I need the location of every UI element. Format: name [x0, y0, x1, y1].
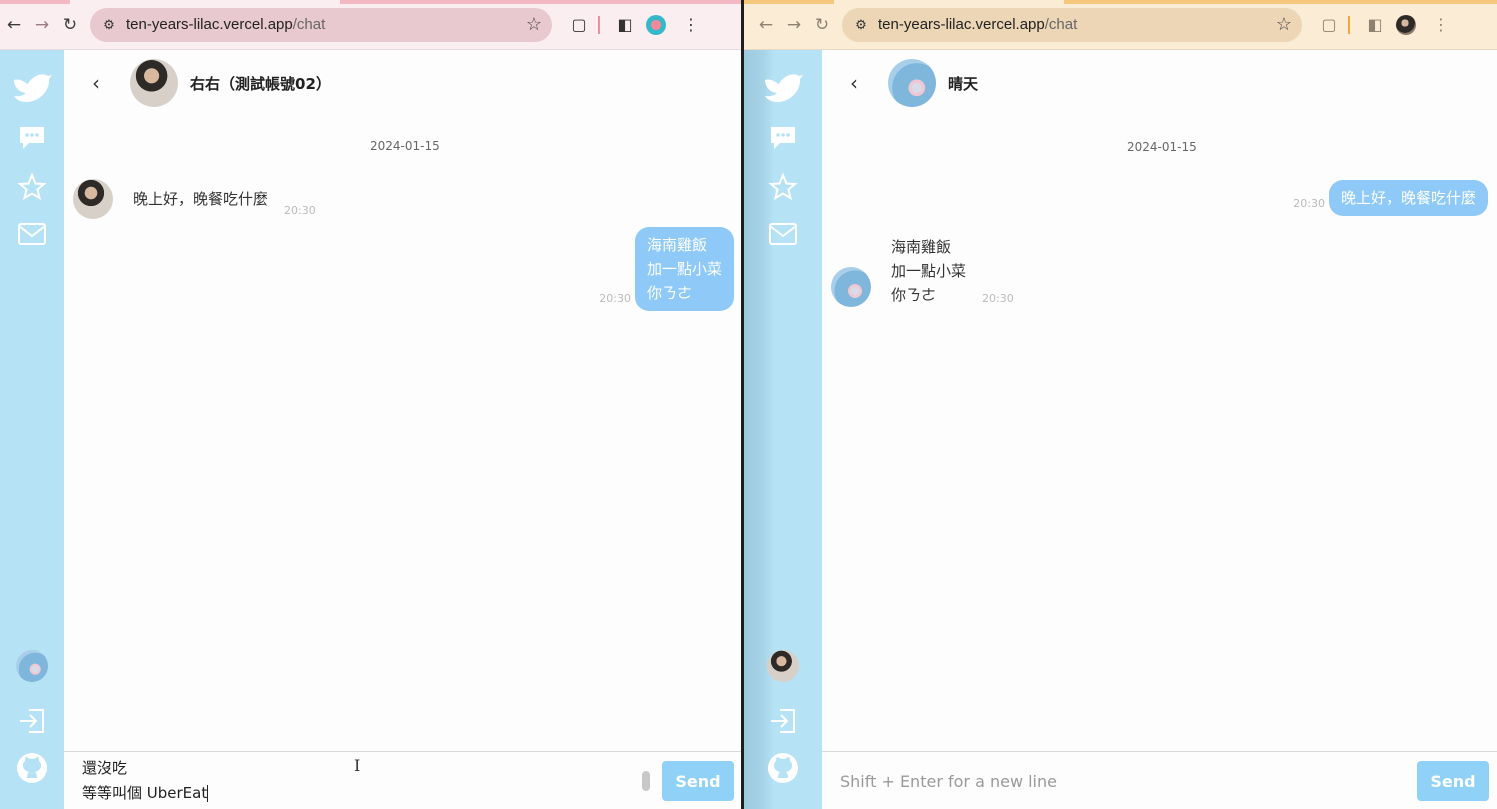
chat-header: ‹ 晴天: [850, 50, 978, 116]
message-time: 20:30: [599, 292, 631, 305]
sender-avatar[interactable]: [73, 179, 113, 219]
message-outgoing: 20:30 晚上好，晚餐吃什麼: [1293, 180, 1488, 216]
message-composer: 還沒吃 等等叫個 UberEat Send: [64, 751, 741, 809]
bird-logo-icon[interactable]: [0, 70, 64, 106]
star-icon[interactable]: [744, 172, 822, 202]
ibeam-cursor-icon: I: [354, 756, 361, 775]
url-path: /chat: [292, 16, 326, 33]
logout-icon[interactable]: [0, 706, 64, 736]
star-icon[interactable]: [0, 172, 64, 202]
send-button[interactable]: Send: [662, 761, 734, 801]
side-panel-icon[interactable]: ◧: [1362, 12, 1388, 38]
side-panel-icon[interactable]: ◧: [612, 12, 638, 38]
bird-logo-icon[interactable]: [744, 70, 822, 106]
chat-bubble-icon[interactable]: [0, 124, 64, 152]
message-bubble: 海南雞飯 加一點小菜 你ㄋㄜ: [634, 227, 734, 311]
url-host: ten-years-lilac.vercel.app: [878, 16, 1045, 33]
reload-icon[interactable]: ↻: [808, 11, 836, 39]
message-incoming: 晚上好，晚餐吃什麼 20:30: [73, 179, 316, 219]
bookmark-star-icon[interactable]: ☆: [1276, 14, 1292, 35]
github-icon[interactable]: [744, 752, 822, 784]
message-text: 海南雞飯 加一點小菜 你ㄋㄜ: [891, 238, 967, 304]
date-separator: 2024-01-15: [1127, 140, 1197, 154]
message-time: 20:30: [1293, 197, 1325, 210]
message-bubble: 晚上好，晚餐吃什麼: [1328, 180, 1488, 216]
browser-window-left: ← → ↻ ⚙ ten-years-lilac.vercel.app/chat …: [0, 0, 741, 809]
menu-icon[interactable]: ⋮: [1428, 12, 1454, 38]
tab-strip-accent: [0, 0, 741, 4]
browser-toolbar: ← → ↻ ⚙ ten-years-lilac.vercel.app/chat …: [744, 0, 1497, 50]
back-chevron-icon[interactable]: ‹: [92, 71, 112, 95]
github-icon[interactable]: [0, 752, 64, 784]
message-input[interactable]: Shift + Enter for a new line: [840, 772, 1057, 791]
forward-arrow-icon[interactable]: →: [780, 11, 808, 39]
browser-window-right: ← → ↻ ⚙ ten-years-lilac.vercel.app/chat …: [744, 0, 1497, 809]
chat-header: ‹ 右右（測試帳號02）: [92, 50, 331, 116]
address-bar[interactable]: ⚙ ten-years-lilac.vercel.app/chat ☆: [842, 7, 1302, 42]
extensions-icon[interactable]: ▢: [566, 12, 592, 38]
address-bar[interactable]: ⚙ ten-years-lilac.vercel.app/chat ☆: [90, 7, 552, 42]
url-path: /chat: [1044, 16, 1078, 33]
date-separator: 2024-01-15: [370, 139, 440, 153]
user-avatar[interactable]: [744, 650, 822, 682]
message-time: 20:30: [284, 204, 316, 217]
partner-avatar[interactable]: [888, 59, 936, 107]
message-input-value: 還沒吃 等等叫個 UberEat: [82, 759, 208, 802]
mail-icon[interactable]: [0, 222, 64, 246]
message-time: 20:30: [982, 292, 1014, 305]
back-arrow-icon[interactable]: ←: [0, 11, 28, 39]
toolbar-separator: [1348, 15, 1350, 34]
user-avatar[interactable]: [0, 650, 64, 682]
browser-toolbar: ← → ↻ ⚙ ten-years-lilac.vercel.app/chat …: [0, 0, 741, 50]
url-host: ten-years-lilac.vercel.app: [126, 16, 293, 33]
profile-icon[interactable]: [646, 14, 666, 35]
menu-icon[interactable]: ⋮: [678, 12, 704, 38]
extensions-icon[interactable]: ▢: [1316, 12, 1342, 38]
back-chevron-icon[interactable]: ‹: [850, 71, 870, 95]
message-outgoing: 20:30 海南雞飯 加一點小菜 你ㄋㄜ: [599, 227, 734, 311]
partner-name: 右右（測試帳號02）: [190, 74, 331, 93]
bookmark-star-icon[interactable]: ☆: [526, 14, 542, 35]
back-arrow-icon[interactable]: ←: [752, 11, 780, 39]
chat-bubble-icon[interactable]: [744, 124, 822, 152]
message-input[interactable]: 還沒吃 等等叫個 UberEat: [82, 756, 209, 806]
reload-icon[interactable]: ↻: [56, 11, 84, 39]
input-scrollbar[interactable]: [642, 771, 650, 791]
mail-icon[interactable]: [744, 222, 822, 246]
app-sidebar: [0, 50, 64, 809]
partner-name: 晴天: [948, 74, 979, 93]
logout-icon[interactable]: [744, 706, 822, 736]
site-info-icon[interactable]: ⚙: [100, 16, 118, 34]
partner-avatar[interactable]: [130, 59, 178, 107]
sender-avatar[interactable]: [831, 267, 871, 307]
profile-icon[interactable]: [1396, 14, 1416, 35]
app-sidebar: [744, 50, 822, 809]
send-button[interactable]: Send: [1417, 761, 1489, 801]
text-caret: [207, 785, 209, 802]
forward-arrow-icon[interactable]: →: [28, 11, 56, 39]
message-text: 晚上好，晚餐吃什麼: [133, 190, 269, 208]
tab-strip-accent: [744, 0, 1497, 4]
message-incoming: 海南雞飯 加一點小菜 你ㄋㄜ 20:30: [831, 235, 1014, 307]
site-info-icon[interactable]: ⚙: [852, 16, 870, 34]
message-composer: Shift + Enter for a new line Send: [822, 751, 1497, 809]
toolbar-separator: [598, 15, 600, 34]
